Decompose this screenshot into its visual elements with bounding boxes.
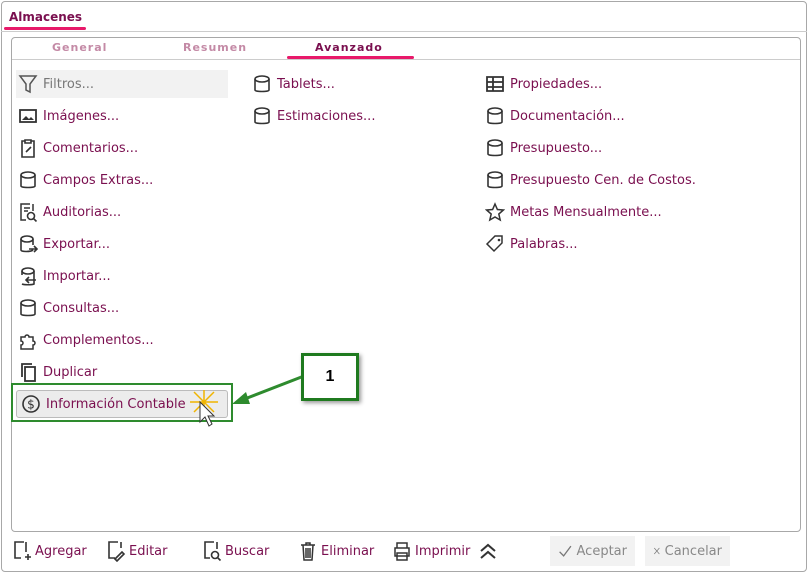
menu-item-label: Imágenes... xyxy=(43,108,120,124)
menu-item-duplicar[interactable]: Duplicar xyxy=(18,358,97,386)
tag-icon xyxy=(485,235,503,253)
active-tab-indicator xyxy=(287,56,414,59)
star-icon xyxy=(485,202,505,222)
menu-item-estimaciones[interactable]: Estimaciones... xyxy=(252,102,375,130)
menu-item-label: Importar... xyxy=(43,268,111,284)
tab-general[interactable]: General xyxy=(52,41,107,54)
divider xyxy=(1,31,807,32)
menu-item-label: Duplicar xyxy=(43,364,98,380)
menu-item-consultas[interactable]: Consultas... xyxy=(18,294,119,322)
database-import-icon xyxy=(21,267,36,286)
accept-label: Aceptar xyxy=(576,543,627,559)
menu-item-label: Filtros... xyxy=(43,76,95,92)
add-label: Agregar xyxy=(35,543,87,559)
edit-button[interactable]: Editar xyxy=(106,538,168,564)
menu-item-imagenes[interactable]: Imágenes... xyxy=(18,102,119,130)
menu-item-label: Palabras... xyxy=(510,236,578,252)
tab-panel: General Resumen Avanzado xyxy=(11,37,801,532)
menu-item-label: Tablets... xyxy=(277,76,335,92)
database-icon xyxy=(487,171,503,189)
window-title[interactable]: Almacenes xyxy=(9,10,82,24)
menu-item-palabras[interactable]: Palabras... xyxy=(485,230,578,258)
menu-item-label: Consultas... xyxy=(43,300,120,316)
menu-item-label: Presupuesto... xyxy=(510,140,603,156)
edit-icon xyxy=(108,541,126,562)
menu-item-presupuesto-cen-de-costos[interactable]: Presupuesto Cen. de Costos. xyxy=(485,166,696,194)
menu-item-label: Estimaciones... xyxy=(277,108,376,124)
menu-item-importar[interactable]: Importar... xyxy=(18,262,111,290)
trash-icon xyxy=(301,542,315,561)
menu-item-filtros[interactable]: Filtros... xyxy=(16,70,228,98)
edit-label: Editar xyxy=(129,543,168,559)
tab-bar: General Resumen Avanzado xyxy=(12,38,800,60)
print-button[interactable]: Imprimir xyxy=(392,538,470,564)
menu-item-metas-mensualmente[interactable]: Metas Mensualmente... xyxy=(485,198,662,226)
menu-item-label: Propiedades... xyxy=(510,76,603,92)
menu-item-comentarios[interactable]: Comentarios... xyxy=(18,134,138,162)
cancel-button[interactable]: Cancelar xyxy=(645,536,730,566)
image-icon xyxy=(19,109,37,123)
click-cursor-icon xyxy=(190,390,218,427)
database-icon xyxy=(254,75,270,93)
collapse-chevrons-icon[interactable] xyxy=(478,541,498,561)
menu-item-label: Complementos... xyxy=(43,332,154,348)
audit-icon xyxy=(20,203,38,222)
menu-item-campos-extras[interactable]: Campos Extras... xyxy=(18,166,153,194)
database-icon xyxy=(254,107,270,125)
menu-item-propiedades[interactable]: Propiedades... xyxy=(485,70,602,98)
search-label: Buscar xyxy=(225,543,270,559)
menu-item-auditorias[interactable]: Auditorias... xyxy=(18,198,121,226)
delete-button[interactable]: Eliminar xyxy=(298,538,374,564)
menu-item-label: Campos Extras... xyxy=(43,172,154,188)
search-button[interactable]: Buscar xyxy=(202,538,269,564)
title-underline xyxy=(4,27,86,30)
tab-resumen[interactable]: Resumen xyxy=(183,41,247,54)
grid-icon xyxy=(486,76,504,92)
menu-item-label: Exportar... xyxy=(43,236,111,252)
tab-avanzado[interactable]: Avanzado xyxy=(315,41,383,54)
clipboard-edit-icon xyxy=(21,139,35,158)
menu-item-label: Presupuesto Cen. de Costos. xyxy=(510,172,696,188)
add-button[interactable]: Agregar xyxy=(12,538,87,564)
menu-item-label: Documentación... xyxy=(510,108,625,124)
close-icon xyxy=(654,547,660,555)
check-icon xyxy=(559,545,572,557)
delete-label: Eliminar xyxy=(321,543,375,559)
filter-icon xyxy=(18,75,38,94)
search-icon xyxy=(204,541,222,562)
menu-item-tablets[interactable]: Tablets... xyxy=(252,70,335,98)
database-icon xyxy=(20,171,36,189)
cancel-label: Cancelar xyxy=(664,543,722,559)
add-icon xyxy=(14,541,31,560)
copy-icon xyxy=(21,363,36,382)
database-export-icon xyxy=(20,235,38,253)
accept-button[interactable]: Aceptar xyxy=(550,536,635,566)
database-icon xyxy=(487,139,503,157)
database-icon xyxy=(487,107,503,125)
callout-arrow xyxy=(232,374,305,404)
printer-icon xyxy=(394,542,410,561)
menu-item-exportar[interactable]: Exportar... xyxy=(18,230,110,258)
menu-item-label: Auditorias... xyxy=(43,204,122,220)
puzzle-icon xyxy=(20,334,36,350)
menu-item-label: Comentarios... xyxy=(43,140,139,156)
print-label: Imprimir xyxy=(415,543,471,559)
menu-item-complementos[interactable]: Complementos... xyxy=(18,326,154,354)
database-icon xyxy=(20,299,36,317)
menu-item-documentacion[interactable]: Documentación... xyxy=(485,102,625,130)
callout-number: 1 xyxy=(301,353,359,401)
menu-item-label: Metas Mensualmente... xyxy=(510,204,662,220)
menu-item-presupuesto[interactable]: Presupuesto... xyxy=(485,134,602,162)
